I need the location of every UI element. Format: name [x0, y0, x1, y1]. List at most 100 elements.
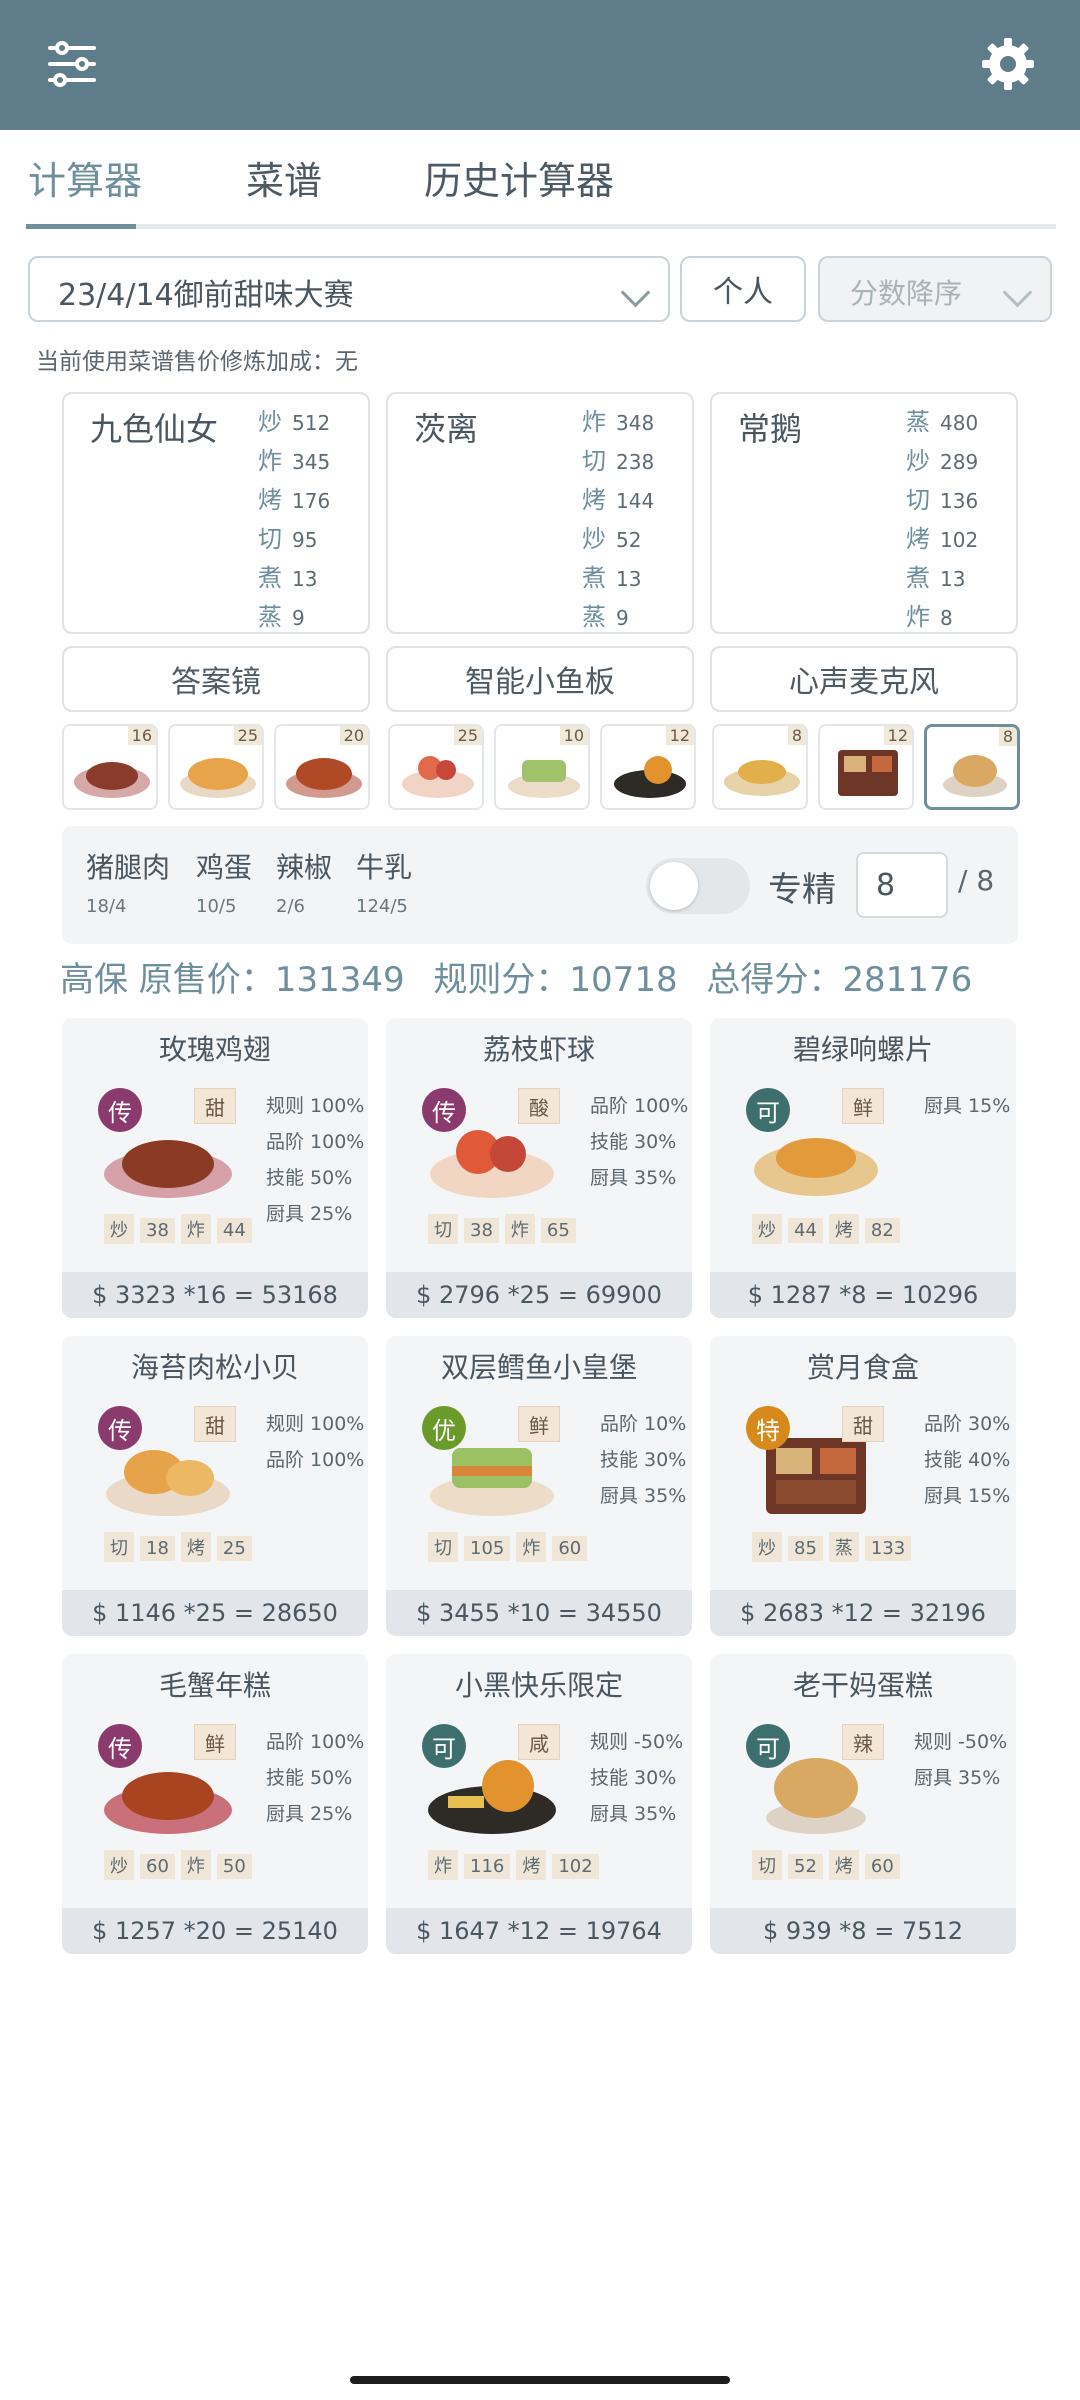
home-indicator[interactable]	[350, 2376, 730, 2384]
skill-requirements: 切 105 炸 60	[428, 1532, 593, 1562]
ingredient-item: 牛乳 124/5	[356, 851, 413, 917]
recipe-price: $ 1647 *12 = 19764	[386, 1908, 692, 1954]
tool-card[interactable]: 心声麦克风	[710, 646, 1018, 712]
recipe-card[interactable]: 赏月食盒 特 甜 品阶 30% 技能 40% 厨具 15% 炒 85 蒸 133 $ 26…	[710, 1336, 1016, 1636]
recipe-name: 老干妈蛋糕	[792, 1669, 933, 1702]
recipe-bonus: 规则 100% 品阶 100% 技能 50% 厨具 25%	[266, 1095, 365, 1225]
chevron-down-icon	[1002, 277, 1033, 308]
recipe-card[interactable]: 老干妈蛋糕 可 辣 规则 -50% 厨具 35% 切 52 烤 60 $ 939 *8 …	[710, 1654, 1016, 1954]
recipe-card[interactable]: 荔枝虾球 传 酸 品阶 100% 技能 30% 厨具 35% 切 38 炸 65 $ 27…	[386, 1018, 692, 1318]
skill-requirements: 炒 38 炸 44	[104, 1214, 258, 1244]
recipe-bonus: 规则 -50% 技能 30% 厨具 35%	[590, 1731, 684, 1825]
recipe-bonus: 品阶 30% 技能 40% 厨具 15%	[924, 1413, 1011, 1507]
recipe-price: $ 3323 *16 = 53168	[62, 1272, 368, 1318]
recipe-thumb[interactable]: 10	[494, 724, 590, 810]
rank-badge: 传	[98, 1406, 142, 1450]
recipe-name: 海苔肉松小贝	[130, 1351, 299, 1384]
recipe-card[interactable]: 毛蟹年糕 传 鲜 品阶 100% 技能 50% 厨具 25% 炒 60 炸 50 $ 12…	[62, 1654, 368, 1954]
thumb-count: 25	[233, 726, 262, 745]
chef-skill: 烤 176	[258, 486, 331, 514]
recipe-price: $ 1287 *8 = 10296	[710, 1272, 1016, 1318]
recipe-name: 小黑快乐限定	[454, 1669, 623, 1702]
skill-requirements: 切 38 炸 65	[428, 1214, 582, 1244]
thumb-count: 10	[559, 726, 588, 745]
chef-name: 茨离	[414, 410, 479, 448]
recipe-bonus: 品阶 100% 技能 30% 厨具 35%	[590, 1095, 689, 1189]
chef-skill: 炒 512	[258, 408, 331, 436]
ingredient-item: 猪腿肉 18/4	[86, 851, 171, 917]
recipe-price: $ 2683 *12 = 32196	[710, 1590, 1016, 1636]
recipe-bonus: 规则 100% 品阶 100%	[266, 1413, 365, 1471]
specialize-input[interactable]: 8	[856, 852, 948, 918]
recipe-card[interactable]: 双层鳕鱼小皇堡 优 鲜 品阶 10% 技能 30% 厨具 35% 切 105 炸 60 $…	[386, 1336, 692, 1636]
rank-badge: 传	[98, 1724, 142, 1768]
sort-select-value: 分数降序	[850, 277, 963, 310]
chef-name: 常鹅	[738, 410, 803, 448]
chef-name: 九色仙女	[90, 410, 219, 448]
contest-select-value: 23/4/14御前甜味大赛	[58, 278, 354, 313]
tab-recipes[interactable]: 菜谱	[246, 150, 322, 216]
mode-button[interactable]: 个人	[680, 256, 806, 322]
chef-skill: 煮 13	[582, 564, 642, 592]
recipe-thumb[interactable]: 12	[818, 724, 914, 810]
sort-select[interactable]: 分数降序	[818, 256, 1052, 322]
recipe-thumb[interactable]: 8	[712, 724, 808, 810]
contest-select[interactable]: 23/4/14御前甜味大赛	[28, 256, 670, 322]
recipe-price: $ 939 *8 = 7512	[710, 1908, 1016, 1954]
rank-badge: 传	[422, 1088, 466, 1132]
taste-badge: 辣	[842, 1724, 884, 1760]
app-bar	[0, 0, 1080, 130]
chef-skill: 炸 345	[258, 447, 331, 475]
chef-skill: 烤 144	[582, 486, 655, 514]
tool-card[interactable]: 答案镜	[62, 646, 370, 712]
chef-skill: 烤 102	[906, 525, 979, 553]
thumb-count: 8	[998, 727, 1017, 746]
rule-score: 规则分：10718	[433, 960, 678, 1000]
skill-requirements: 炒 60 炸 50	[104, 1850, 258, 1880]
rank-badge: 可	[746, 1088, 790, 1132]
tab-history-calculator[interactable]: 历史计算器	[424, 150, 614, 216]
skill-requirements: 炒 44 烤 82	[752, 1214, 906, 1244]
specialize-label: 专精	[768, 870, 836, 910]
gear-icon[interactable]	[978, 34, 1038, 94]
recipe-name: 双层鳕鱼小皇堡	[440, 1351, 637, 1384]
recipe-card[interactable]: 碧绿响螺片 可 鲜 厨具 15% 炒 44 烤 82 $ 1287 *8 = 1029…	[710, 1018, 1016, 1318]
recipe-thumb[interactable]: 25	[388, 724, 484, 810]
rank-badge: 传	[98, 1088, 142, 1132]
chef-skill: 炸 348	[582, 408, 655, 436]
tool-card[interactable]: 智能小鱼板	[386, 646, 694, 712]
tabs-divider	[26, 224, 1056, 229]
chef-card[interactable]: 常鹅 蒸 480 炒 289 切 136 烤 102 煮 13 炸8	[710, 392, 1018, 634]
recipe-thumb[interactable]: 16	[62, 724, 158, 810]
tab-calculator[interactable]: 计算器	[28, 150, 142, 216]
recipe-thumb[interactable]: 8	[924, 724, 1020, 810]
recipe-card[interactable]: 玫瑰鸡翅 传 甜 规则 100% 品阶 100% 技能 50% 厨具 25% 炒 38 炸…	[62, 1018, 368, 1318]
recipe-price: $ 1257 *20 = 25140	[62, 1908, 368, 1954]
recipe-bonus: 品阶 10% 技能 30% 厨具 35%	[600, 1413, 687, 1507]
chef-card[interactable]: 九色仙女 炒 512 炸 345 烤 176 切 95 煮 13 蒸9	[62, 392, 370, 634]
recipe-thumb[interactable]: 25	[168, 724, 264, 810]
recipe-card[interactable]: 小黑快乐限定 可 咸 规则 -50% 技能 30% 厨具 35% 炸 116 烤 102 …	[386, 1654, 692, 1954]
specialize-max: / 8	[958, 864, 995, 897]
recipe-name: 荔枝虾球	[482, 1033, 595, 1066]
chef-card[interactable]: 茨离 炸 348 切 238 烤 144 炒 52 煮 13 蒸9	[386, 392, 694, 634]
thumb-count: 20	[339, 726, 368, 745]
recipe-bonus: 厨具 15%	[924, 1095, 1011, 1117]
recipe-thumb[interactable]: 20	[274, 724, 370, 810]
chef-skill: 煮 13	[258, 564, 318, 592]
recipe-thumb[interactable]: 12	[600, 724, 696, 810]
specialize-toggle[interactable]	[646, 858, 750, 914]
recipe-name: 毛蟹年糕	[158, 1669, 271, 1702]
recipe-name: 碧绿响螺片	[792, 1033, 933, 1066]
thumb-count: 12	[665, 726, 694, 745]
thumb-count: 8	[787, 726, 806, 745]
sliders-icon[interactable]	[44, 36, 100, 92]
chef-skill: 蒸9	[258, 603, 305, 631]
recipe-bonus: 规则 -50% 厨具 35%	[914, 1731, 1008, 1789]
skill-requirements: 切 18 烤 25	[104, 1532, 258, 1562]
recipe-card[interactable]: 海苔肉松小贝 传 甜 规则 100% 品阶 100% 切 18 烤 25 $ 1146 …	[62, 1336, 368, 1636]
rank-badge: 特	[746, 1406, 790, 1450]
taste-badge: 鲜	[518, 1406, 560, 1442]
taste-badge: 咸	[518, 1724, 560, 1760]
skill-requirements: 炒 85 蒸 133	[752, 1532, 917, 1562]
